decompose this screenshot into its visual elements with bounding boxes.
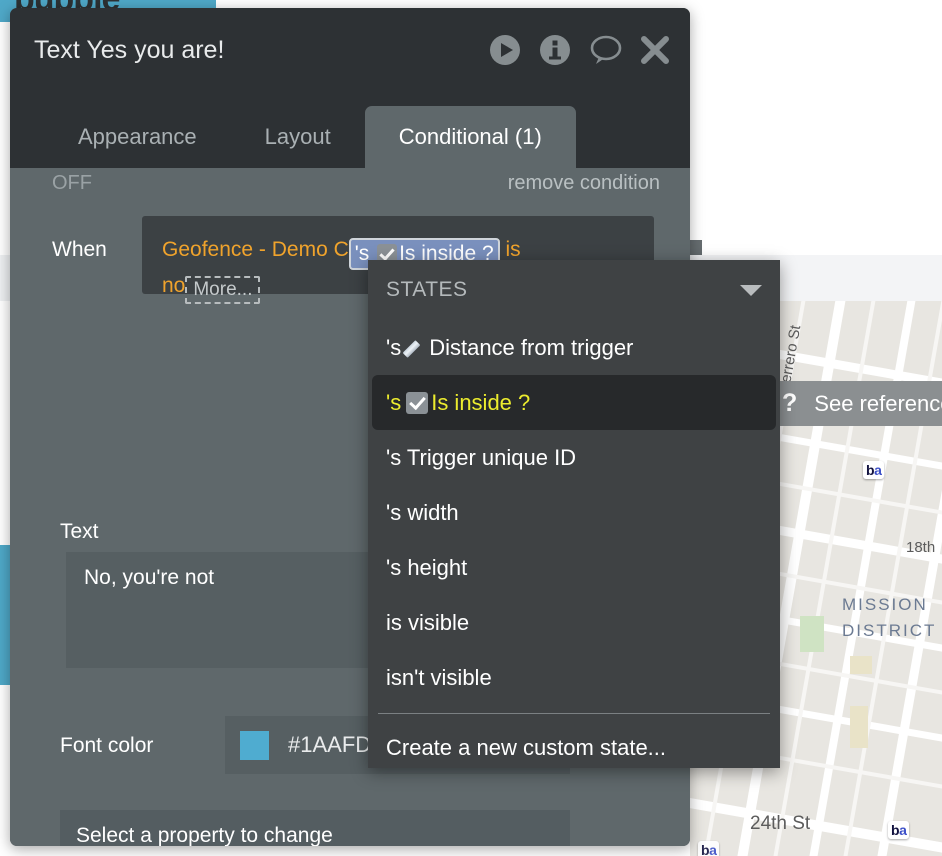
bart-pin-b: b [891, 822, 900, 838]
expression-operator-continued[interactable]: no [162, 274, 185, 297]
background-panel-left [0, 255, 10, 301]
preview-icon[interactable] [488, 33, 522, 67]
dialog-titlebar: Text Yes you are! [10, 8, 690, 92]
map-street-label: 18th [906, 539, 936, 556]
bart-pin-a: a [874, 462, 882, 478]
expression-entity[interactable]: Geofence - Demo C [162, 238, 349, 261]
expression-line-2: no More... [162, 274, 261, 304]
font-color-label: Font color [60, 734, 154, 757]
pencil-icon [406, 338, 426, 358]
bart-pin-b: b [701, 842, 710, 856]
bart-pin-a: a [899, 822, 907, 838]
map-district-label: DISTRICT [842, 621, 937, 640]
bart-station-pin[interactable]: ba [863, 461, 885, 479]
map-street-label: 24th St [750, 813, 811, 834]
bart-station-pin[interactable]: ba [888, 821, 910, 839]
dialog-title: Text Yes you are! [34, 35, 225, 64]
menu-divider [378, 713, 770, 714]
comment-icon[interactable] [588, 33, 624, 67]
states-dropdown-header: STATES [368, 260, 780, 320]
state-item-trigger-unique-id[interactable]: 's Trigger unique ID [368, 430, 780, 485]
map-district-label: MISSION [842, 595, 928, 614]
create-custom-state-item[interactable]: Create a new custom state... [368, 720, 780, 775]
chevron-down-icon[interactable] [740, 284, 762, 296]
state-item-label: Is inside ? [431, 389, 531, 415]
state-item-is-inside[interactable]: 's Is inside ? [372, 375, 776, 430]
bart-pin-a: a [709, 842, 717, 856]
state-item-height[interactable]: 's height [368, 540, 780, 595]
states-dropdown-menu: STATES 's Distance from trigger 's Is in… [368, 260, 780, 768]
text-property-label: Text [60, 520, 99, 543]
checkbox-icon [406, 391, 429, 414]
info-icon[interactable] [538, 33, 572, 67]
state-item-prefix: 's [386, 334, 402, 360]
map-parcel [850, 656, 872, 674]
remove-condition-link[interactable]: remove condition [508, 172, 660, 195]
state-item-width[interactable]: 's width [368, 485, 780, 540]
tab-conditional[interactable]: Conditional (1) [364, 106, 576, 168]
bart-station-pin[interactable]: ba [698, 841, 720, 856]
more-button[interactable]: More... [185, 276, 261, 304]
when-label: When [52, 238, 107, 261]
question-mark-icon: ? [782, 389, 798, 417]
select-property-dropdown[interactable]: Select a property to change [60, 810, 570, 846]
dialog-tab-bar: Appearance Layout Conditional (1) [10, 92, 690, 168]
tab-appearance[interactable]: Appearance [44, 106, 231, 168]
state-item-label: Distance from trigger [429, 334, 634, 360]
state-item-distance-from-trigger[interactable]: 's Distance from trigger [368, 320, 780, 375]
map-park [800, 616, 824, 652]
map-parcel [850, 706, 868, 748]
state-item-is-visible[interactable]: is visible [368, 595, 780, 650]
state-item-isnt-visible[interactable]: isn't visible [368, 650, 780, 705]
states-group-label: STATES [386, 278, 468, 301]
close-icon[interactable] [640, 35, 670, 65]
see-reference-label: See reference [814, 390, 942, 416]
condition-state-toggle[interactable]: OFF [52, 172, 92, 195]
state-item-prefix: 's [386, 389, 402, 415]
expression-operator[interactable]: is [500, 238, 520, 261]
bart-pin-b: b [866, 462, 875, 478]
color-swatch[interactable] [240, 730, 269, 760]
background-panel-edge [690, 240, 702, 256]
condition-header: OFF remove condition [10, 168, 690, 210]
see-reference-tooltip[interactable]: ? See reference [764, 381, 942, 426]
titlebar-icon-group [488, 33, 670, 67]
tab-layout[interactable]: Layout [231, 106, 365, 168]
